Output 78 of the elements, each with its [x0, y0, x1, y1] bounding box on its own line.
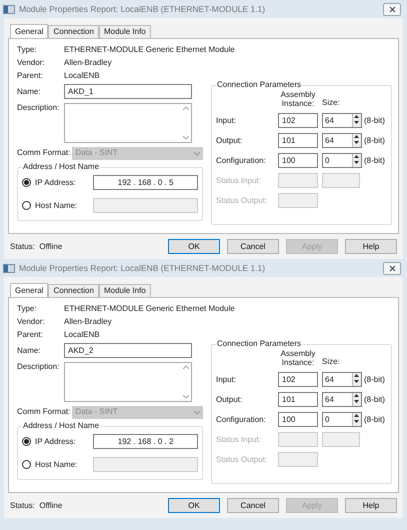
param-label: Status Output: — [216, 196, 268, 206]
tab[interactable]: General — [10, 24, 48, 38]
instance-field[interactable]: 100 — [278, 412, 318, 427]
field-label: Description: — [17, 362, 60, 373]
field-label: Vendor: — [17, 316, 46, 326]
instance-field[interactable]: 101 — [278, 133, 318, 148]
status-text: Status: Offline — [9, 242, 62, 252]
param-label: Status Output: — [216, 454, 268, 464]
radio-label: Host Name: — [35, 460, 78, 470]
size-spinner[interactable]: 0 — [322, 153, 362, 168]
group-title: Connection Parameters — [216, 339, 302, 349]
unit-label: (8-bit) — [364, 136, 386, 146]
dialog-button[interactable]: Cancel — [227, 239, 279, 254]
dialog-button[interactable]: Help — [345, 239, 397, 254]
ip-address-field[interactable]: 192 . 168 . 0 . 5 — [93, 175, 198, 190]
dialog-button[interactable]: Cancel — [227, 498, 279, 513]
status-text: Status: Offline — [9, 500, 62, 510]
field-value: LocalENB — [64, 330, 100, 340]
field-label: Type: — [17, 44, 38, 54]
ip-address-field[interactable]: 192 . 168 . 0 . 2 — [93, 434, 198, 449]
size-spinner[interactable]: 64 — [322, 392, 362, 407]
field-value: ETHERNET-MODULE Generic Ethernet Module — [64, 304, 235, 314]
tab[interactable]: Module Info — [98, 284, 151, 297]
field-label: Parent: — [17, 330, 44, 340]
unit-label: (8-bit) — [364, 374, 386, 384]
dialog-button[interactable]: Help — [345, 498, 397, 513]
tab[interactable]: Connection — [48, 25, 99, 38]
param-label: Configuration: — [216, 156, 267, 166]
field-label: Type: — [17, 304, 38, 314]
radio-label: IP Address: — [35, 436, 77, 446]
size-spinner[interactable]: 64 — [322, 133, 362, 148]
param-label: Status Input: — [216, 176, 262, 186]
field-value: ETHERNET-MODULE Generic Ethernet Module — [64, 44, 235, 54]
dialog-button[interactable]: OK — [168, 239, 220, 254]
unit-label: (8-bit) — [364, 414, 386, 424]
instance-field[interactable]: 100 — [278, 153, 318, 168]
field-label: Parent: — [17, 70, 44, 80]
column-header: Size: — [322, 98, 341, 108]
field-value: LocalENB — [64, 70, 100, 80]
group-title: Address / Host Name — [22, 162, 100, 172]
param-label: Input: — [216, 374, 238, 384]
field-value: Allen-Bradley — [64, 316, 112, 326]
tab[interactable]: Module Info — [98, 25, 151, 38]
tab[interactable]: Connection — [48, 284, 99, 297]
field-label: Name: — [17, 86, 42, 96]
group-title: Address / Host Name — [22, 421, 100, 431]
window-title: Module Properties Report: LocalENB (ETHERNET-MODULE 1.1) — [19, 4, 266, 14]
param-label: Output: — [216, 394, 244, 404]
param-label: Status Input: — [216, 434, 262, 444]
tab[interactable]: General — [10, 283, 48, 297]
column-header: Size: — [322, 357, 341, 367]
radio-label: Host Name: — [35, 200, 78, 210]
window-title: Module Properties Report: LocalENB (ETHERNET-MODULE 1.1) — [19, 262, 266, 274]
field-label: Comm Format: — [17, 407, 70, 417]
size-spinner[interactable]: 0 — [322, 412, 362, 427]
param-label: Output: — [216, 136, 244, 146]
field-label: Name: — [17, 346, 42, 356]
instance-field[interactable]: 102 — [278, 372, 318, 387]
column-header: Assembly Instance: — [280, 349, 316, 367]
param-label: Input: — [216, 116, 238, 126]
instance-field[interactable]: 102 — [278, 113, 318, 128]
size-spinner[interactable]: 64 — [322, 113, 362, 128]
radio-label: IP Address: — [35, 178, 77, 188]
unit-label: (8-bit) — [364, 156, 386, 166]
unit-label: (8-bit) — [364, 116, 386, 126]
field-label: Comm Format: — [17, 148, 70, 158]
field-label: Vendor: — [17, 58, 46, 68]
size-spinner[interactable]: 64 — [322, 372, 362, 387]
dialog-button[interactable]: OK — [168, 498, 220, 513]
field-label: Description: — [17, 103, 60, 114]
field-value: Allen-Bradley — [64, 58, 112, 68]
column-header: Assembly Instance: — [280, 90, 316, 108]
param-label: Configuration: — [216, 414, 267, 424]
instance-field[interactable]: 101 — [278, 392, 318, 407]
group-title: Connection Parameters — [216, 80, 302, 90]
unit-label: (8-bit) — [364, 394, 386, 404]
name-field[interactable]: AKD_1 — [64, 84, 192, 99]
name-field[interactable]: AKD_2 — [64, 343, 192, 358]
